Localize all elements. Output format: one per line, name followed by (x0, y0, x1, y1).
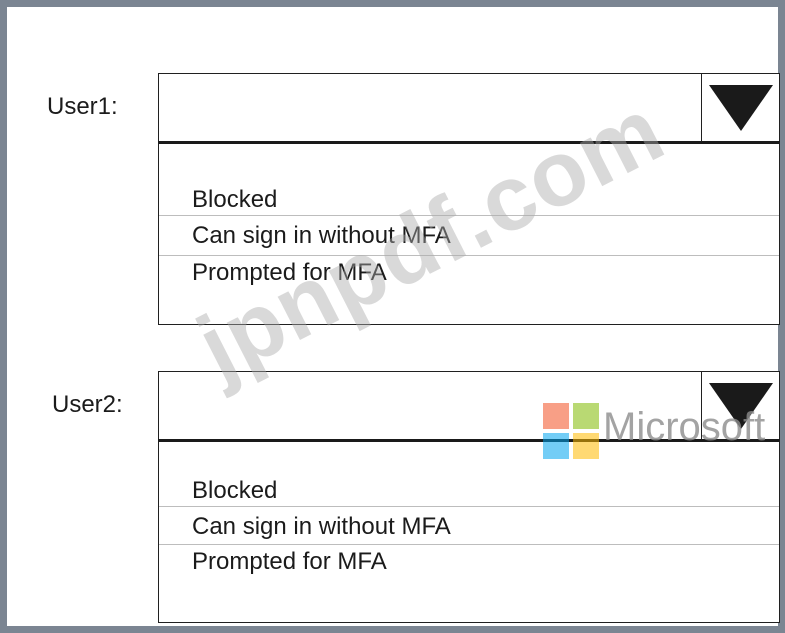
user1-select[interactable] (158, 73, 780, 143)
microsoft-logo-icon (543, 403, 599, 459)
frame: User1: Blocked Can sign in without MFA P… (0, 0, 785, 633)
user1-label: User1: (47, 93, 118, 120)
user1-option-without-mfa[interactable]: Can sign in without MFA (159, 217, 779, 254)
divider (159, 506, 779, 507)
logo-square-yellow (573, 433, 599, 459)
microsoft-watermark-text: Microsoft (603, 405, 766, 449)
logo-square-red (543, 403, 569, 429)
user1-option-blocked[interactable]: Blocked (159, 181, 779, 218)
user2-label: User2: (52, 391, 123, 418)
user1-options-list: Blocked Can sign in without MFA Prompted… (158, 141, 780, 325)
user2-option-without-mfa[interactable]: Can sign in without MFA (159, 508, 779, 545)
user1-dropdown-toggle[interactable] (701, 74, 779, 142)
logo-square-blue (543, 433, 569, 459)
user2-option-prompted-mfa[interactable]: Prompted for MFA (159, 543, 779, 580)
user2-option-blocked[interactable]: Blocked (159, 472, 779, 509)
user1-option-prompted-mfa[interactable]: Prompted for MFA (159, 254, 779, 291)
user2-options-list: Blocked Can sign in without MFA Prompted… (158, 439, 780, 623)
logo-square-green (573, 403, 599, 429)
triangle-down-icon (708, 85, 773, 131)
divider (159, 215, 779, 216)
